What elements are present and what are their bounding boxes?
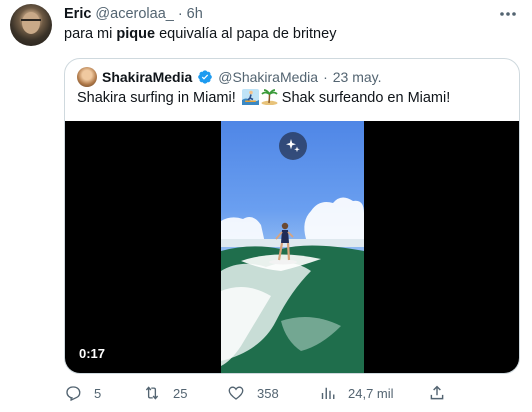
quote-author-handle: @ShakiraMedia [218,69,319,85]
reply-button[interactable]: 5 [64,384,101,402]
grok-sparkle-button[interactable] [279,132,307,160]
like-count: 358 [257,385,279,401]
author-name[interactable]: Eric [64,6,91,22]
author-avatar[interactable] [10,4,52,46]
retweet-icon [145,386,159,400]
author-handle[interactable]: @acerolaa_ [95,6,173,22]
quote-text-end: Shak surfeando en Miami! [277,90,451,106]
tweet-text-bold: pique [116,26,156,42]
tweet-text: para mi pique equivalía al papa de britn… [64,26,336,42]
tweet-header: Eric @acerolaa_ · 6h [64,6,203,22]
separator-dot: · [177,6,183,22]
reply-icon [66,386,81,402]
tweet-time[interactable]: 6h [187,6,203,22]
quote-text: Shakira surfing in Miami! Shak surfeando… [77,89,450,106]
video-player[interactable]: 0:17 [65,121,519,373]
avatar-glasses [21,19,41,24]
views-count: 24,7 mil [348,385,394,401]
share-icon [430,385,444,400]
surfer-emoji-icon [241,89,259,105]
quote-avatar [77,67,97,87]
quote-text-start: Shakira surfing in Miami! [77,90,240,106]
sparkle-icon [286,139,300,153]
palm-island-emoji-icon [261,89,278,105]
quote-time: 23 may. [332,69,382,85]
quoted-tweet[interactable]: ShakiraMedia @ShakiraMedia · 23 may. Sha… [64,58,520,374]
retweet-button[interactable]: 25 [143,384,187,402]
like-button[interactable]: 358 [227,384,279,402]
views-chart-icon [321,387,335,399]
quote-author-name: ShakiraMedia [102,69,193,85]
tweet-text-start: para mi [64,26,117,42]
share-button[interactable] [428,384,446,402]
verified-badge-icon [198,70,213,84]
reply-count: 5 [94,385,102,401]
tweet-actions-bar: 5 25 358 24,7 mil [64,384,520,406]
video-duration: 0:17 [79,346,106,361]
heart-icon [228,386,244,400]
retweet-count: 25 [173,385,188,401]
quote-separator-dot: · [323,69,328,85]
quote-header: ShakiraMedia @ShakiraMedia · 23 may. [77,67,382,87]
tweet-text-end: equivalía al papa de britney [155,26,337,42]
views-button[interactable]: 24,7 mil [318,384,394,402]
more-options-icon[interactable] [496,4,520,24]
